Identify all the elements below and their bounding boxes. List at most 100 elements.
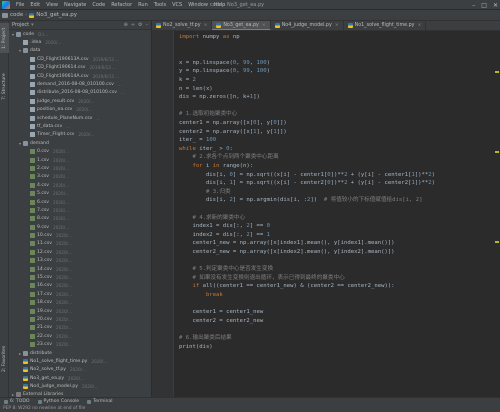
tree-file[interactable]: No4_judge_model.py 2020/... xyxy=(9,382,151,390)
maximize-icon[interactable]: □ xyxy=(481,2,487,9)
menu-item-vcs[interactable]: VCS xyxy=(169,2,185,8)
tree-item-meta: 2020/... xyxy=(55,233,73,239)
menu-item-view[interactable]: View xyxy=(43,2,61,8)
breadcrumb-project[interactable]: code xyxy=(0,12,25,18)
tree-file[interactable]: No3_get_ea.py 2020/... xyxy=(9,374,151,382)
code-token: + (y[i] - center1[ xyxy=(347,171,412,178)
tree-file[interactable]: 7.csv 2020/... xyxy=(9,206,151,214)
tree-file[interactable]: 0.csv 2020/... xyxy=(9,147,151,155)
tree-file[interactable]: CD_Flight190613A.csv 2019/6/13 ... xyxy=(9,55,151,63)
editor-tab[interactable]: No2_solve_tf.py × xyxy=(152,21,213,30)
menu-item-file[interactable]: File xyxy=(13,2,27,8)
menu-item-refactor[interactable]: Refactor xyxy=(108,2,135,8)
tree-file[interactable]: 21.csv 2020/... xyxy=(9,324,151,332)
tree-file[interactable]: position_ea.csv 2020/... xyxy=(9,106,151,114)
editor-scrollbar[interactable] xyxy=(494,31,500,397)
tree-file[interactable]: 8.csv 2020/... xyxy=(9,215,151,223)
tree-item-label: demand_2016-08-08_010100.csv xyxy=(37,82,114,88)
editor-tab[interactable]: No3_get_ea.py × xyxy=(212,21,271,30)
tree-file[interactable]: 11.csv 2020/... xyxy=(9,240,151,248)
breadcrumb-file[interactable]: No3_get_ea.py xyxy=(27,12,79,18)
tree-item-meta: 2020/... xyxy=(76,107,93,113)
tree-item-label: No1_solve_flight_time.py xyxy=(30,358,88,364)
tree-file[interactable]: schedule_PlaneNum.csv... xyxy=(9,114,151,122)
tree-file[interactable]: No2_solve_tf.py 2020/... xyxy=(9,366,151,374)
folder-icon xyxy=(2,12,8,18)
code-token: ], y[ xyxy=(256,128,274,135)
tree-file[interactable]: 16.csv 2020/... xyxy=(9,282,151,290)
tree-file[interactable]: tf_data.csv... xyxy=(9,122,151,130)
close-tab-icon[interactable]: × xyxy=(418,23,422,28)
tree-file[interactable]: 2.csv 2020/... xyxy=(9,164,151,172)
warning-marker[interactable] xyxy=(495,71,499,73)
tree-file[interactable]: 15.csv 2020/... xyxy=(9,273,151,281)
tree-folder[interactable]: ▾ demand xyxy=(9,139,151,147)
tool-tab-favorites[interactable]: 2: Favorites xyxy=(0,341,9,377)
project-panel-title[interactable]: Project xyxy=(12,22,29,28)
code-line: n = len(x) xyxy=(179,85,213,93)
code-token: ) xyxy=(431,180,436,187)
tree-file[interactable]: judge_result.csv 2020/... xyxy=(9,97,151,105)
editor-tab[interactable]: No4_judge_model.py × xyxy=(271,21,344,30)
tab-todo[interactable]: 6: TODO xyxy=(0,399,34,404)
minimize-icon[interactable]: – xyxy=(472,2,475,9)
tree-file[interactable]: 14.csv 2020/... xyxy=(9,265,151,273)
tree-file[interactable]: Timer_Flight.csv 2020/... xyxy=(9,131,151,139)
code-token: iter_ = xyxy=(179,137,206,144)
tree-folder[interactable]: ▾ code D:\... xyxy=(9,30,151,38)
chevron-down-icon[interactable]: ▾ xyxy=(31,22,34,28)
tool-tab-structure[interactable]: 7: Structure xyxy=(0,69,9,105)
tree-file[interactable]: 4.csv 2020/... xyxy=(9,181,151,189)
collapse-icon[interactable]: ÷ xyxy=(131,22,135,28)
close-tab-icon[interactable]: × xyxy=(262,23,266,28)
tree-file[interactable]: 13.csv 2020/... xyxy=(9,257,151,265)
menu-item-navigate[interactable]: Navigate xyxy=(61,2,89,8)
menu-item-tools[interactable]: Tools xyxy=(151,2,169,8)
tree-folder[interactable]: ▾ data xyxy=(9,47,151,55)
tree-folder[interactable]: ▸ distribute xyxy=(9,349,151,357)
tree-item-meta: 2020/... xyxy=(78,132,95,138)
menu-item-run[interactable]: Run xyxy=(135,2,151,8)
hide-icon[interactable]: – xyxy=(146,22,149,28)
close-tab-icon[interactable]: × xyxy=(335,23,339,28)
tree-item-meta: 2020/... xyxy=(53,216,70,222)
tree-file[interactable]: 10.csv 2020/... xyxy=(9,231,151,239)
tree-file[interactable]: 1.csv 2020/... xyxy=(9,156,151,164)
tree-file[interactable]: No1_solve_flight_time.py 2020/... xyxy=(9,357,151,365)
menu-item-code[interactable]: Code xyxy=(89,2,108,8)
tree-file[interactable]: 5.csv 2020/... xyxy=(9,189,151,197)
menu-item-window[interactable]: Window xyxy=(185,2,211,8)
tree-file[interactable]: 17.csv 2020/... xyxy=(9,290,151,298)
menu-item-edit[interactable]: Edit xyxy=(27,2,43,8)
tree-file[interactable]: CD_Flight190614.csv 2019/6/13 ... xyxy=(9,64,151,72)
editor-tab[interactable]: No1_solve_flight_time.py × xyxy=(344,21,427,30)
tree-file[interactable]: 23.csv 2020/... xyxy=(9,340,151,348)
tree-file[interactable]: CD_Flight190614A.csv 2019/6/13 ... xyxy=(9,72,151,80)
tree-file[interactable]: .idea 2020/... xyxy=(9,38,151,46)
tree-file[interactable]: 18.csv 2020/... xyxy=(9,299,151,307)
tree-file[interactable]: 19.csv 2020/... xyxy=(9,307,151,315)
close-icon[interactable]: ✕ xyxy=(493,2,498,9)
tree-file[interactable]: 6.csv 2020/... xyxy=(9,198,151,206)
tab-python-console[interactable]: Python Console xyxy=(34,399,84,404)
close-tab-icon[interactable]: × xyxy=(204,23,208,28)
locate-icon[interactable]: ⊕ xyxy=(124,22,128,28)
tree-file[interactable]: 22.csv 2020/... xyxy=(9,332,151,340)
tree-file[interactable]: 9.csv 2020/... xyxy=(9,223,151,231)
warning-marker[interactable] xyxy=(495,241,499,243)
python-file-icon xyxy=(347,23,353,28)
tree-file[interactable]: 3.csv 2020/... xyxy=(9,173,151,181)
tree-file[interactable]: 20.csv 2020/... xyxy=(9,315,151,323)
tool-tab-project[interactable]: 1: Project xyxy=(0,23,9,53)
code-token: ]) xyxy=(310,197,324,204)
tree-item-label: 15.csv xyxy=(37,275,52,281)
code-line: for i in range(n): xyxy=(179,162,253,170)
warning-marker[interactable] xyxy=(495,151,499,153)
tab-terminal[interactable]: Terminal xyxy=(83,399,116,404)
tree-file[interactable]: demand_2016-08-08_010100.csv... xyxy=(9,80,151,88)
gear-icon[interactable]: ⚙ xyxy=(138,22,142,28)
tree-file[interactable]: 12.csv 2020/... xyxy=(9,248,151,256)
code-token: 100 xyxy=(205,137,217,144)
code-editor[interactable]: import numpy as np x = np.linspace(0, 99,… xyxy=(174,31,500,397)
tree-file[interactable]: distribute_2016-08-08_010100.csv... xyxy=(9,89,151,97)
